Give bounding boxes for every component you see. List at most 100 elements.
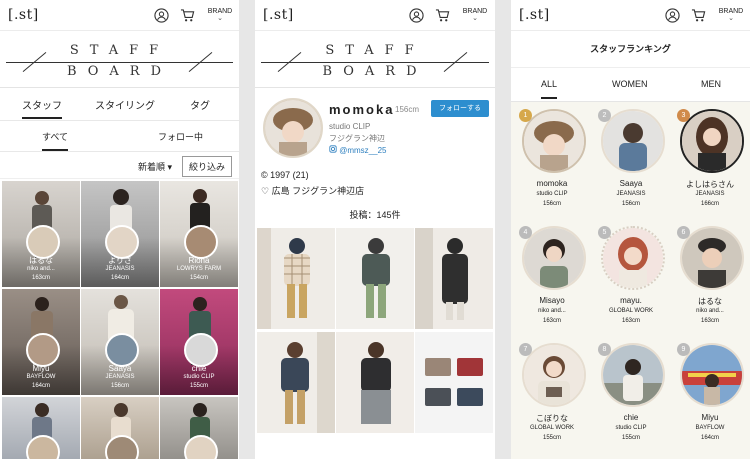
tab-staff[interactable]: スタッフ <box>22 97 62 119</box>
user-icon[interactable] <box>409 8 424 23</box>
rank-brand: GLOBAL WORK <box>608 308 654 314</box>
post-thumb[interactable] <box>415 228 493 329</box>
subtab-all[interactable]: すべて <box>42 130 69 151</box>
rank-badge: 9 <box>677 343 690 356</box>
brand-menu[interactable]: BRAND ⌄ <box>205 8 235 22</box>
user-icon[interactable] <box>154 8 169 23</box>
rank-height: 166cm <box>700 201 719 207</box>
rank-name: はるな <box>698 297 722 306</box>
cart-icon[interactable] <box>691 8 706 23</box>
rank-name: momoka <box>536 179 568 188</box>
tab-styling[interactable]: スタイリング <box>95 97 155 112</box>
user-icon[interactable] <box>665 8 680 23</box>
site-logo[interactable]: [.st] <box>519 7 550 23</box>
staff-board-banner: STAFF BOARD <box>0 31 239 88</box>
staff-name: Riona <box>188 256 210 265</box>
staff-height: 154cm <box>189 275 208 281</box>
rank-height: 163cm <box>621 318 640 324</box>
site-logo[interactable]: [.st] <box>263 7 294 23</box>
rank-brand: GLOBAL WORK <box>529 425 575 431</box>
ranking-item[interactable]: 3 よしはらさん JEANASIS 166cm <box>671 109 749 224</box>
rank-name: こぼりな <box>536 414 568 423</box>
tab-men[interactable]: MEN <box>701 79 721 89</box>
rank-height: 155cm <box>542 435 561 441</box>
ranking-item[interactable]: 6 はるな niko and... 163cm <box>671 226 749 341</box>
instagram-link[interactable]: @mmsz__25 <box>329 145 386 155</box>
ranking-item[interactable]: 2 Saaya JEANASIS 156cm <box>592 109 670 224</box>
rank-brand: studio CLIP <box>536 191 568 197</box>
profile-name: momoka <box>329 102 395 117</box>
ranking-item[interactable]: 8 chie studio CLIP 155cm <box>592 343 670 458</box>
profile-shop[interactable]: フジグラン神辺 <box>329 133 385 144</box>
sort-dropdown[interactable]: 新着順 ▾ <box>138 160 172 173</box>
rank-avatar <box>522 226 586 290</box>
profile-birth: © 1997 (21) <box>261 170 309 180</box>
top-bar: [.st] BRAND ⌄ <box>511 0 750 31</box>
staff-card[interactable]: よりさ JEANASIS 164cm <box>81 181 159 287</box>
post-thumb[interactable] <box>257 332 335 433</box>
staff-board-screen: [.st] BRAND ⌄ STAFF BOARD スタッフ スタイリング タグ … <box>0 0 239 459</box>
instagram-handle: @mmsz__25 <box>339 146 387 155</box>
staff-card[interactable] <box>81 397 159 459</box>
site-logo[interactable]: [.st] <box>8 7 39 23</box>
avatar <box>26 225 60 259</box>
ranking-item[interactable]: 4 Misayo niko and... 163cm <box>513 226 591 341</box>
staff-card[interactable] <box>2 397 80 459</box>
rank-brand: BAYFLOW <box>695 425 725 431</box>
staff-card[interactable]: はるな niko and... 163cm <box>2 181 80 287</box>
rank-avatar <box>680 226 744 290</box>
instagram-icon <box>329 145 337 153</box>
tab-women[interactable]: WOMEN <box>612 79 648 89</box>
profile-location: ♡ 広島 フジグラン神辺店 <box>261 186 365 196</box>
ranking-item[interactable]: 1 momoka studio CLIP 156cm <box>513 109 591 224</box>
post-count: 投稿：145件 <box>349 210 401 220</box>
ranking-item[interactable]: 7 こぼりな GLOBAL WORK 155cm <box>513 343 591 458</box>
rank-name: Miyu <box>701 413 719 422</box>
staff-card[interactable]: chie studio CLIP 155cm <box>160 289 238 395</box>
follow-button[interactable]: フォローする <box>431 100 489 117</box>
staff-brand: studio CLIP <box>183 374 215 380</box>
brand-label: BRAND <box>207 8 233 15</box>
staff-card[interactable]: Miyu BAYFLOW 164cm <box>2 289 80 395</box>
cart-icon[interactable] <box>180 8 195 23</box>
staff-name: chie <box>191 364 207 373</box>
staff-height: 156cm <box>110 383 129 389</box>
subtab-following[interactable]: フォロー中 <box>158 130 203 143</box>
rank-badge: 6 <box>677 226 690 239</box>
staff-brand: niko and... <box>27 266 55 272</box>
staff-card[interactable] <box>160 397 238 459</box>
banner-board-text: BOARD <box>322 64 428 79</box>
rank-brand: studio CLIP <box>615 425 647 431</box>
brand-menu[interactable]: BRAND ⌄ <box>716 8 746 22</box>
filter-button[interactable]: 絞り込み <box>182 156 233 177</box>
rank-brand: niko and... <box>538 308 566 314</box>
post-thumb[interactable] <box>257 228 335 329</box>
rank-avatar <box>601 226 665 290</box>
ranking-item[interactable]: 9 Miyu BAYFLOW 164cm <box>671 343 749 458</box>
chevron-down-icon: ⌄ <box>728 15 734 22</box>
staff-board-banner: STAFF BOARD <box>255 31 495 88</box>
rank-avatar <box>522 343 586 407</box>
avatar <box>105 333 139 367</box>
ranking-tabs: ALL WOMEN MEN <box>511 68 750 102</box>
rank-name: Misayo <box>539 296 565 305</box>
rank-badge: 1 <box>519 109 532 122</box>
staff-card[interactable]: Riona LOWRYS FARM 154cm <box>160 181 238 287</box>
staff-brand: LOWRYS FARM <box>176 266 222 272</box>
rank-avatar <box>522 109 586 173</box>
filter-row: 新着順 ▾ 絞り込み <box>0 152 239 179</box>
cart-icon[interactable] <box>435 8 450 23</box>
tab-all[interactable]: ALL <box>541 79 558 99</box>
sub-tabs: すべて フォロー中 <box>0 121 239 152</box>
staff-card[interactable]: Saaya JEANASIS 156cm <box>81 289 159 395</box>
brand-label: BRAND <box>462 8 488 15</box>
staff-height: 164cm <box>31 383 50 389</box>
post-thumb[interactable] <box>415 332 493 433</box>
post-thumb[interactable] <box>336 332 414 433</box>
rank-height: 164cm <box>700 435 719 441</box>
tab-tag[interactable]: タグ <box>190 97 210 112</box>
brand-menu[interactable]: BRAND ⌄ <box>460 8 490 22</box>
post-thumb[interactable] <box>336 228 414 329</box>
profile-brand[interactable]: studio CLIP <box>329 122 370 131</box>
ranking-item[interactable]: 5 mayu. GLOBAL WORK 163cm <box>592 226 670 341</box>
